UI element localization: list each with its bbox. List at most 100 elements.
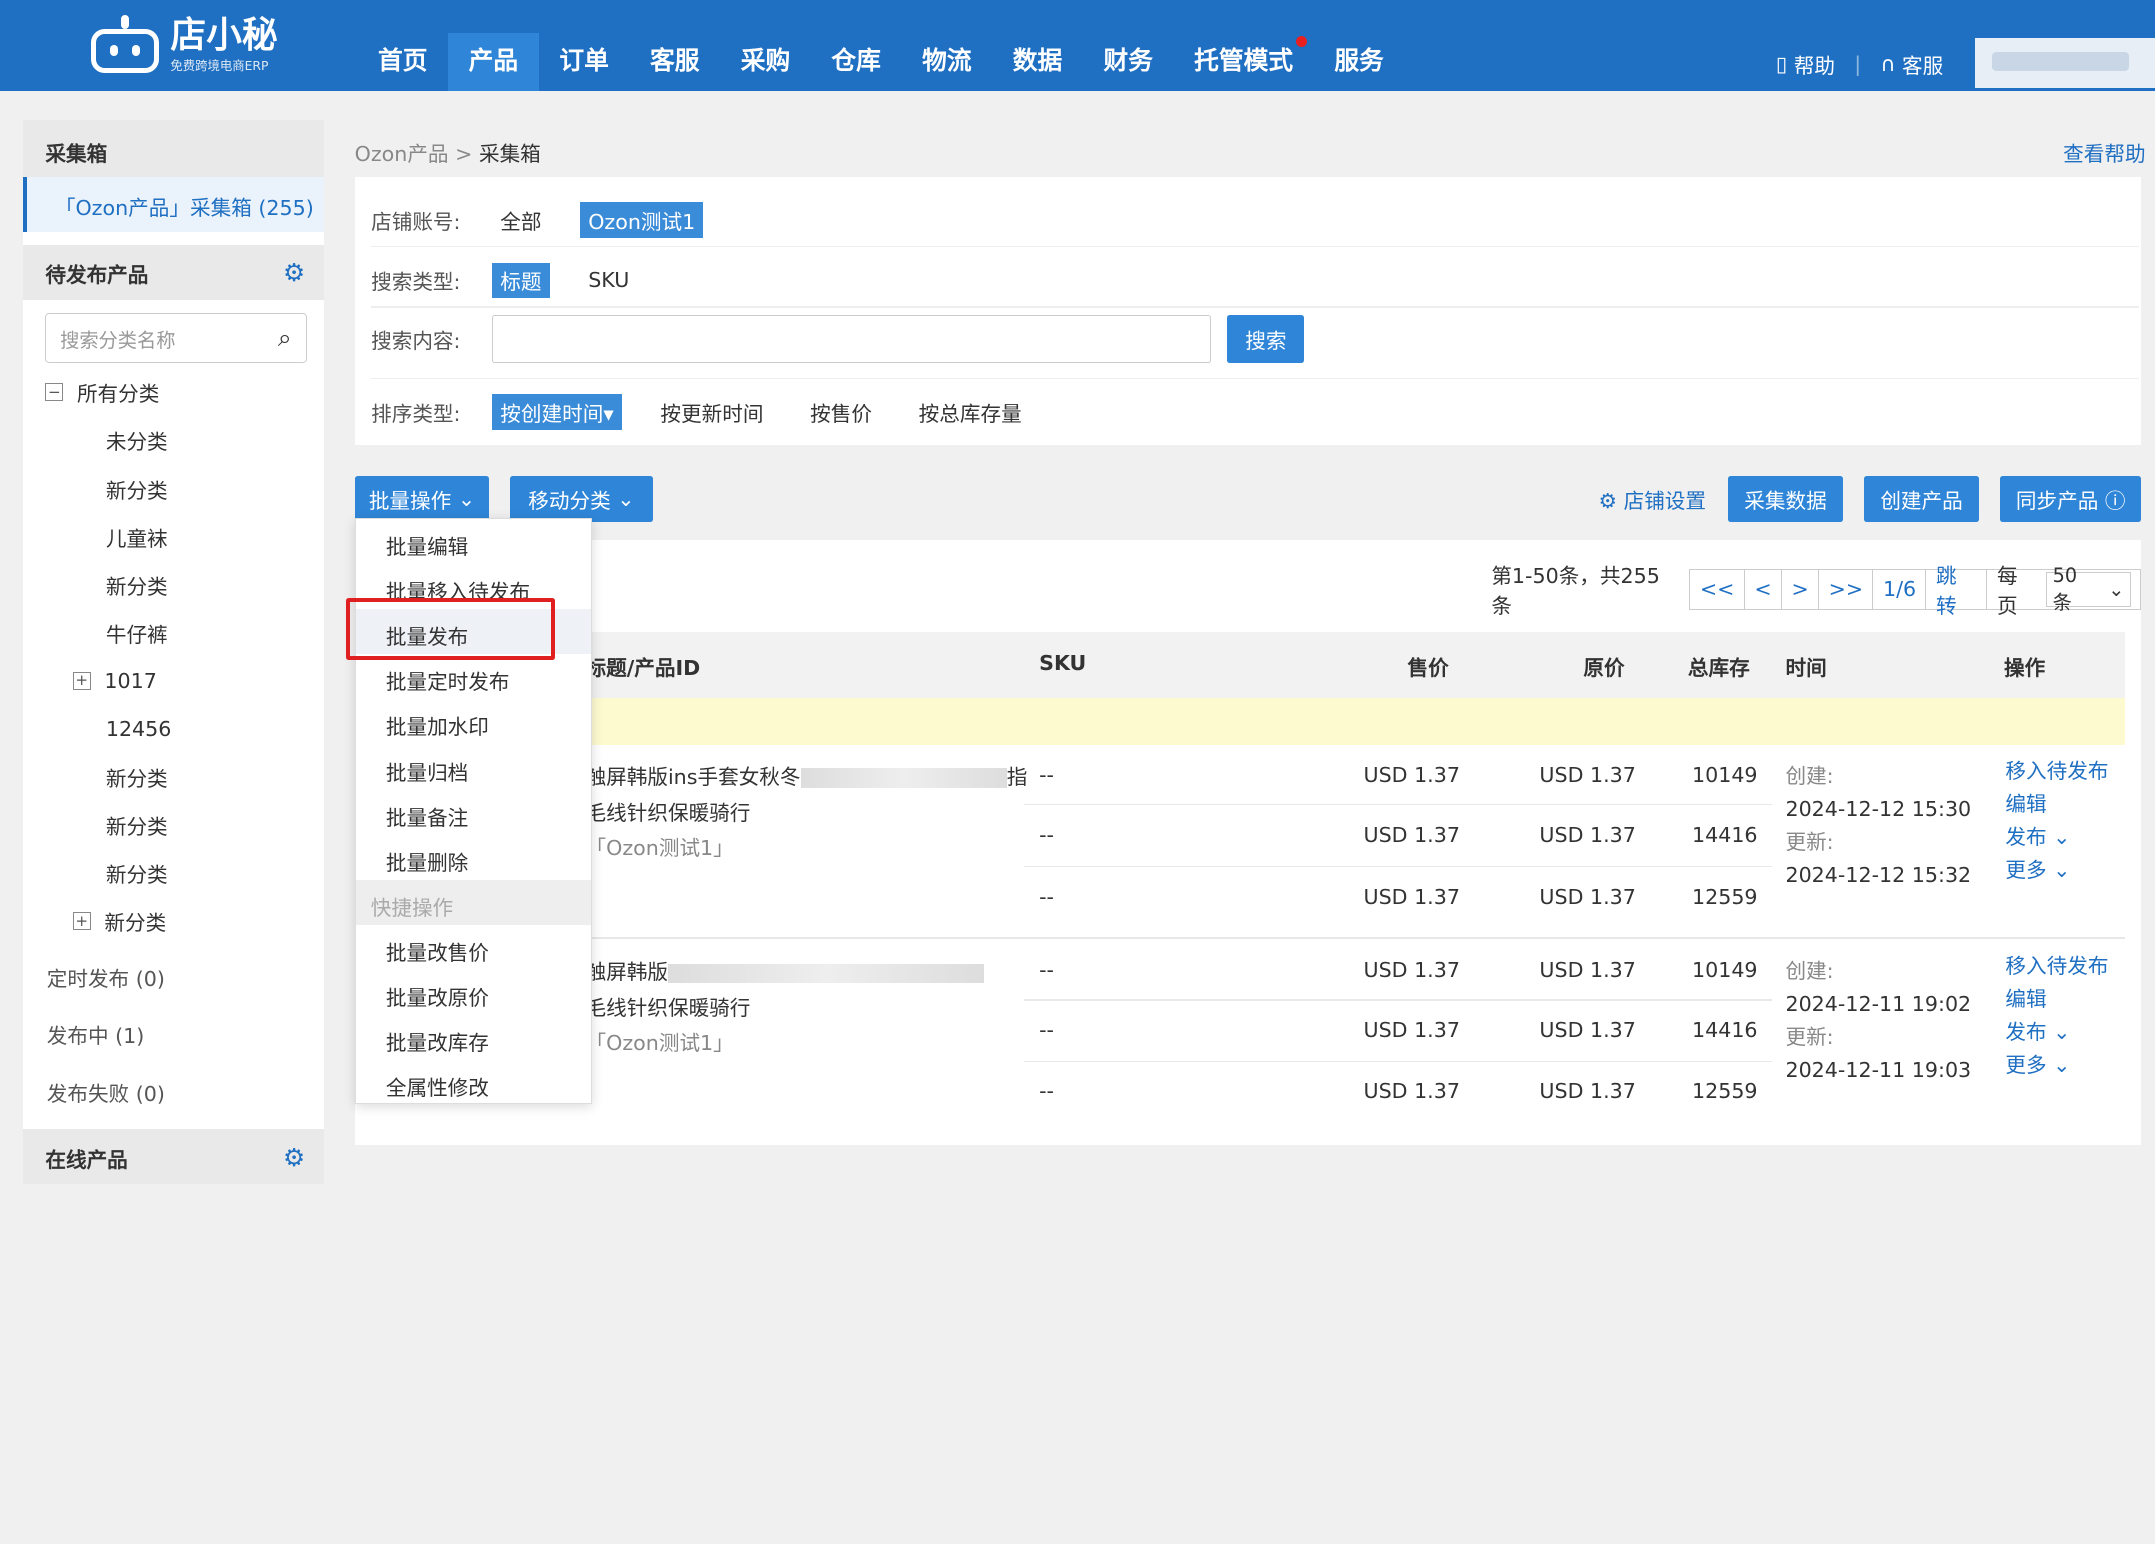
collapse-icon[interactable]: − xyxy=(45,383,64,402)
sidebar-item-publishing[interactable]: 发布中 (1) xyxy=(23,1019,324,1049)
product-title[interactable]: 触屏韩版 xyxy=(586,955,985,985)
variant-stock: 14416 xyxy=(1691,823,1758,848)
more-link[interactable]: 更多 ⌄ xyxy=(2005,1049,2108,1082)
updated-label: 更新: xyxy=(1785,1025,1834,1050)
help-link[interactable]: 帮助 xyxy=(1794,49,1835,79)
nav-finance[interactable]: 财务 xyxy=(1083,33,1174,91)
menu-item-batch-orig-price[interactable]: 批量改原价 xyxy=(356,970,592,1015)
tree-item[interactable]: +1017 xyxy=(23,657,324,705)
collect-data-button[interactable]: 采集数据 xyxy=(1727,475,1844,523)
menu-item-batch-watermark[interactable]: 批量加水印 xyxy=(356,699,592,744)
search-type-sku-chip[interactable]: SKU xyxy=(580,266,638,295)
page-next-button[interactable]: > xyxy=(1780,568,1820,611)
nav-hosting[interactable]: 托管模式 xyxy=(1174,33,1314,91)
move-to-pending-link[interactable]: 移入待发布 xyxy=(2005,950,2108,983)
menu-item-batch-delete[interactable]: 批量删除 xyxy=(356,835,592,880)
expand-icon[interactable]: + xyxy=(72,912,91,931)
user-account[interactable] xyxy=(1975,38,2155,88)
top-navbar: 店小秘 免费跨境电商ERP 首页 产品 订单 客服 采购 仓库 物流 数据 财务… xyxy=(0,0,2155,91)
variant-stock: 12559 xyxy=(1691,885,1758,910)
search-button[interactable]: 搜索 xyxy=(1227,314,1305,363)
sort-stock-chip[interactable]: 按总库存量 xyxy=(910,394,1030,429)
sort-created-chip[interactable]: 按创建时间▾ xyxy=(492,394,622,430)
breadcrumb-parent[interactable]: Ozon产品 xyxy=(355,142,449,166)
shop-label: 店铺账号: xyxy=(371,209,461,234)
tree-label: 12456 xyxy=(105,716,172,741)
nav-data[interactable]: 数据 xyxy=(992,33,1083,91)
search-input[interactable] xyxy=(492,314,1211,363)
menu-item-batch-archive[interactable]: 批量归档 xyxy=(356,745,592,790)
nav-products[interactable]: 产品 xyxy=(448,32,539,91)
nav-services[interactable]: 服务 xyxy=(1314,33,1405,91)
menu-item-all-attributes[interactable]: 全属性修改 xyxy=(356,1060,592,1105)
menu-item-batch-scheduled-publish[interactable]: 批量定时发布 xyxy=(356,654,592,699)
search-type-title-chip[interactable]: 标题 xyxy=(492,262,550,298)
page-last-button[interactable]: >> xyxy=(1817,568,1874,611)
nav-home[interactable]: 首页 xyxy=(357,33,448,91)
nav-purchase[interactable]: 采购 xyxy=(720,33,811,91)
tree-item[interactable]: 新分类 xyxy=(23,561,324,609)
tree-item-all[interactable]: − 所有分类 xyxy=(23,368,324,416)
variant-stock: 12559 xyxy=(1691,1078,1758,1103)
menu-item-batch-stock[interactable]: 批量改库存 xyxy=(356,1015,592,1060)
product-table-panel: 第1-50条，共255条 << < > >> 1/6 跳转 每页 50条 ⌄ 标… xyxy=(354,540,2142,1145)
service-link[interactable]: 客服 xyxy=(1902,49,1943,79)
nav-service[interactable]: 客服 xyxy=(629,33,720,91)
logo[interactable]: 店小秘 免费跨境电商ERP xyxy=(88,11,308,80)
move-category-button[interactable]: 移动分类 ⌄ xyxy=(509,475,653,523)
created-time: 2024-12-12 15:30 xyxy=(1785,797,1972,822)
updated-time: 2024-12-12 15:32 xyxy=(1785,863,1972,888)
nav-orders[interactable]: 订单 xyxy=(539,33,630,91)
sidebar-item-failed[interactable]: 发布失败 (0) xyxy=(23,1077,324,1107)
search-icon[interactable]: ⌕ xyxy=(278,323,292,352)
selection-notice-row xyxy=(354,698,2125,745)
menu-item-batch-price[interactable]: 批量改售价 xyxy=(356,925,592,970)
product-title-line2: 毛线针织保暖骑行 xyxy=(585,995,751,1020)
shop-selected-chip[interactable]: Ozon测试1 xyxy=(579,202,704,238)
tree-item[interactable]: 新分类 xyxy=(23,801,324,849)
sync-product-button[interactable]: 同步产品 ⓘ xyxy=(1999,475,2142,523)
tree-item[interactable]: 儿童袜 xyxy=(23,513,324,561)
th-ops: 操作 xyxy=(2004,656,2046,681)
nav-warehouse[interactable]: 仓库 xyxy=(811,33,902,91)
menu-item-batch-edit[interactable]: 批量编辑 xyxy=(356,519,592,564)
gear-icon[interactable]: ⚙ xyxy=(283,258,305,287)
nav-logistics[interactable]: 物流 xyxy=(901,33,992,91)
view-help-link[interactable]: 查看帮助 xyxy=(2063,137,2145,167)
shop-settings-link[interactable]: ⚙ 店铺设置 xyxy=(1599,484,1706,514)
per-page-label: 每页 xyxy=(1996,564,2018,619)
sidebar-item-scheduled[interactable]: 定时发布 (0) xyxy=(23,962,324,992)
page-first-button[interactable]: << xyxy=(1689,568,1746,611)
main-nav: 首页 产品 订单 客服 采购 仓库 物流 数据 财务 托管模式 服务 xyxy=(357,32,1405,91)
menu-item-batch-note[interactable]: 批量备注 xyxy=(356,790,592,835)
sidebar-item-ozon-box[interactable]: 「Ozon产品」采集箱 (255) xyxy=(23,177,325,233)
sort-updated-chip[interactable]: 按更新时间 xyxy=(652,394,772,429)
tree-item[interactable]: 12456 xyxy=(23,705,324,753)
gear-icon[interactable]: ⚙ xyxy=(283,1143,305,1172)
shop-all-chip[interactable]: 全部 xyxy=(492,202,550,237)
publish-link[interactable]: 发布 ⌄ xyxy=(2005,821,2108,854)
move-to-pending-link[interactable]: 移入待发布 xyxy=(2005,755,2108,788)
tree-item[interactable]: 牛仔裤 xyxy=(23,609,324,657)
tree-item[interactable]: 未分类 xyxy=(23,416,324,464)
category-search-input[interactable]: 搜索分类名称 ⌕ xyxy=(45,313,307,363)
per-page-select[interactable]: 50条 ⌄ xyxy=(2046,564,2131,614)
sort-price-chip[interactable]: 按售价 xyxy=(802,394,880,429)
tree-item[interactable]: + 新分类 xyxy=(23,897,324,945)
chevron-down-icon: ⌄ xyxy=(2053,824,2071,849)
edit-link[interactable]: 编辑 xyxy=(2005,983,2108,1016)
expand-icon[interactable]: + xyxy=(72,671,91,690)
page-prev-button[interactable]: < xyxy=(1743,568,1783,611)
edit-link[interactable]: 编辑 xyxy=(2005,788,2108,821)
tree-item[interactable]: 新分类 xyxy=(23,753,324,801)
page-jump-button[interactable]: 跳转 xyxy=(1925,564,1988,618)
product-title[interactable]: 触屏韩版ins手套女秋冬 指 xyxy=(586,760,1028,790)
blurred-text xyxy=(800,768,1007,788)
tree-item[interactable]: 新分类 xyxy=(23,849,324,897)
filter-panel: 店铺账号: 全部 Ozon测试1 搜索类型: 标题 SKU 搜索内容: 搜索 排… xyxy=(354,177,2142,446)
tree-item[interactable]: 新分类 xyxy=(23,464,324,512)
more-link[interactable]: 更多 ⌄ xyxy=(2005,854,2108,887)
batch-ops-button[interactable]: 批量操作 ⌄ xyxy=(354,475,490,523)
publish-link[interactable]: 发布 ⌄ xyxy=(2005,1016,2108,1049)
create-product-button[interactable]: 创建产品 xyxy=(1863,475,1980,523)
